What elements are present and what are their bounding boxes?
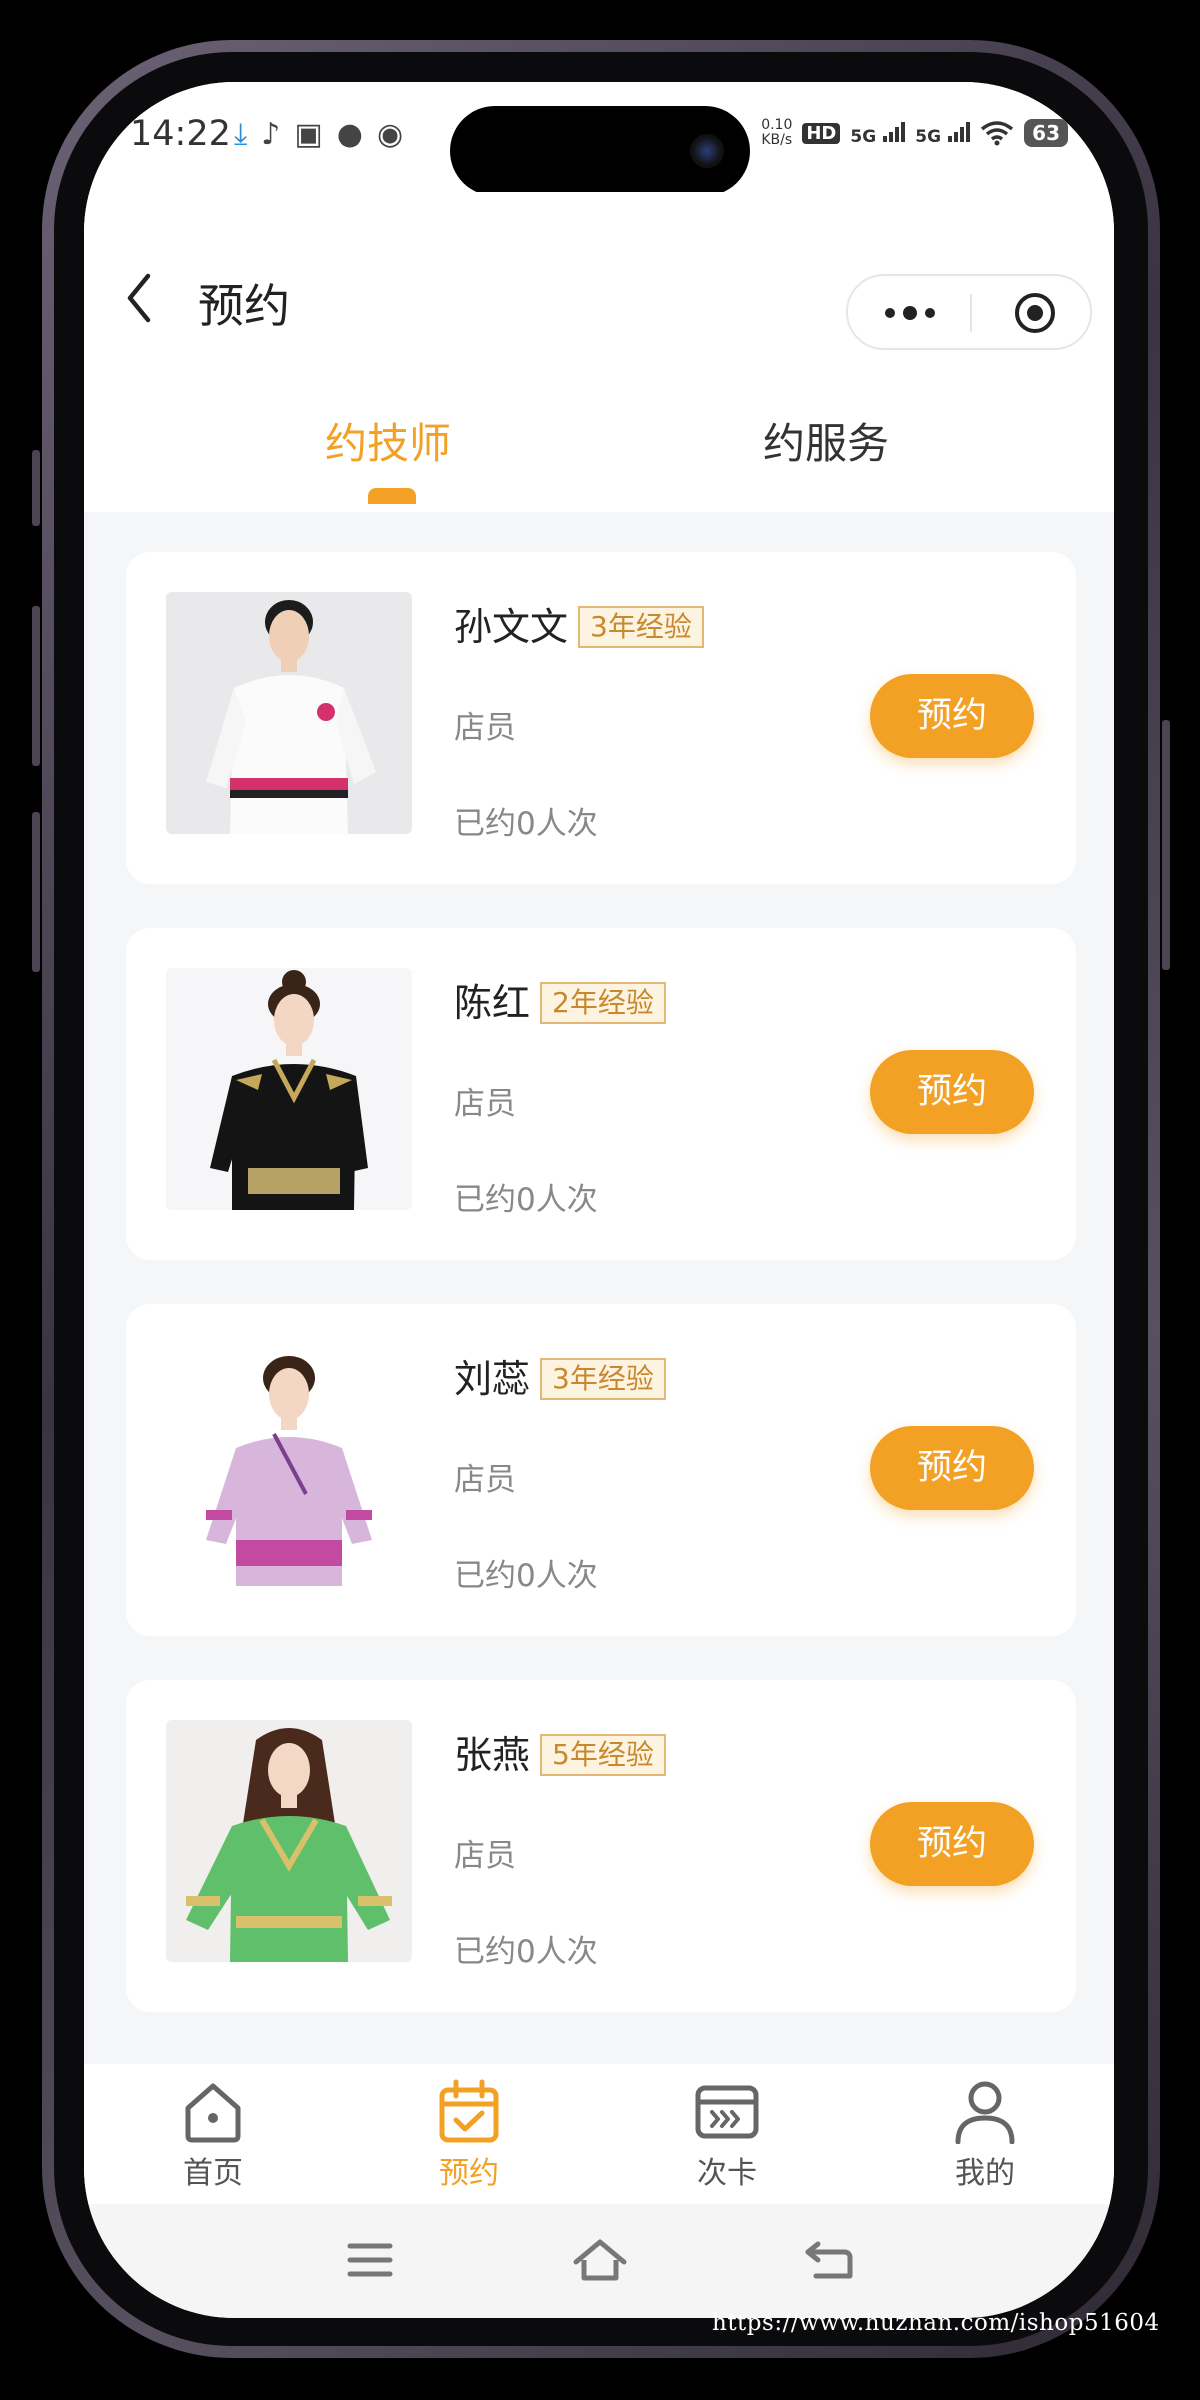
signal-icon: 5G: [850, 120, 906, 147]
tab-indicator: [368, 488, 416, 504]
experience-badge: 3年经验: [578, 606, 704, 648]
hd-icon: HD: [802, 122, 841, 144]
side-button: [32, 450, 40, 526]
technician-photo: [166, 1720, 412, 1962]
tabbar-item-me[interactable]: 我的: [910, 2078, 1060, 2192]
wechat-icon: ◉: [376, 117, 404, 152]
technician-photo: [166, 1344, 412, 1586]
technician-card[interactable]: 陈红 2年经验 店员 已约0人次 预约: [126, 928, 1076, 1260]
system-nav-bar: [84, 2204, 1114, 2318]
book-button[interactable]: 预约: [870, 1050, 1034, 1134]
net-speed: 0.10 KB/s: [761, 117, 793, 148]
battery-icon: 63: [1024, 119, 1068, 147]
booked-count: 已约0人次: [454, 1558, 598, 1594]
home-icon: [185, 2083, 241, 2143]
message-icon: ●: [336, 117, 363, 152]
back-icon[interactable]: [120, 268, 160, 328]
side-button: [32, 606, 40, 766]
tab-service[interactable]: 约服务: [676, 410, 976, 471]
menu-icon[interactable]: [346, 2240, 394, 2280]
side-button: [1162, 720, 1170, 970]
screen: 14:22 ⤓ ♪ ▣ ● ◉ 0.10 KB/s HD 5G 5G 63 预约…: [84, 82, 1114, 2318]
technician-name: 陈红 2年经验: [454, 972, 666, 1027]
close-miniprogram-icon[interactable]: [1014, 292, 1056, 334]
tabbar-item-card[interactable]: 次卡: [652, 2078, 802, 2192]
bottom-tabbar: 首页 预约 次卡 我的: [84, 2064, 1114, 2204]
status-time: 14:22: [130, 114, 231, 154]
technician-role: 店员: [454, 710, 516, 746]
capsule-divider: [970, 294, 972, 332]
calendar-check-icon: [439, 2079, 499, 2143]
booked-count: 已约0人次: [454, 1934, 598, 1970]
technician-role: 店员: [454, 1086, 516, 1122]
technician-list: 孙文文 3年经验 店员 已约0人次 预约 陈红 2年经验 店员 已约0人次 预约…: [126, 552, 1076, 2056]
home-nav-icon[interactable]: [572, 2238, 628, 2282]
miniprogram-capsule: [846, 274, 1092, 350]
booked-count: 已约0人次: [454, 1182, 598, 1218]
technician-name: 孙文文 3年经验: [454, 596, 704, 651]
page-title: 预约: [198, 279, 290, 333]
signal-icon: 5G: [915, 120, 971, 147]
notification-icons: ⤓ ♪ ▣ ● ◉: [234, 118, 403, 152]
camera-icon: [690, 134, 724, 168]
dynamic-island: [450, 106, 750, 196]
nav-header: 预约: [84, 192, 1114, 382]
watermark: https://www.huzhan.com/ishop51604: [712, 2310, 1160, 2336]
experience-badge: 3年经验: [540, 1358, 666, 1400]
technician-role: 店员: [454, 1838, 516, 1874]
technician-card[interactable]: 刘蕊 3年经验 店员 已约0人次 预约: [126, 1304, 1076, 1636]
technician-photo: [166, 968, 412, 1210]
technician-name: 张燕 5年经验: [454, 1724, 666, 1779]
experience-badge: 2年经验: [540, 982, 666, 1024]
technician-photo: [166, 592, 412, 834]
technician-card[interactable]: 孙文文 3年经验 店员 已约0人次 预约: [126, 552, 1076, 884]
card-icon: [695, 2085, 759, 2139]
app-icon: ▣: [294, 117, 323, 152]
tiktok-icon: ♪: [261, 117, 281, 152]
tab-technician[interactable]: 约技师: [238, 410, 538, 471]
book-button[interactable]: 预约: [870, 1426, 1034, 1510]
technician-role: 店员: [454, 1462, 516, 1498]
experience-badge: 5年经验: [540, 1734, 666, 1776]
book-button[interactable]: 预约: [870, 1802, 1034, 1886]
tabbar-item-home[interactable]: 首页: [138, 2078, 288, 2192]
technician-card[interactable]: 张燕 5年经验 店员 已约0人次 预约: [126, 1680, 1076, 2012]
download-icon: ⤓: [234, 117, 248, 152]
booked-count: 已约0人次: [454, 806, 598, 842]
status-right: 0.10 KB/s HD 5G 5G 63: [761, 118, 1068, 148]
book-button[interactable]: 预约: [870, 674, 1034, 758]
user-icon: [955, 2081, 1015, 2144]
tabbar-item-booking[interactable]: 预约: [394, 2078, 544, 2192]
status-bar: 14:22 ⤓ ♪ ▣ ● ◉ 0.10 KB/s HD 5G 5G 63: [84, 82, 1114, 196]
wifi-icon: [981, 121, 1014, 146]
more-icon[interactable]: [880, 298, 940, 328]
back-nav-icon[interactable]: [804, 2238, 854, 2282]
side-button: [32, 812, 40, 972]
tabs: 约技师 约服务: [84, 382, 1114, 512]
technician-name: 刘蕊 3年经验: [454, 1348, 666, 1403]
